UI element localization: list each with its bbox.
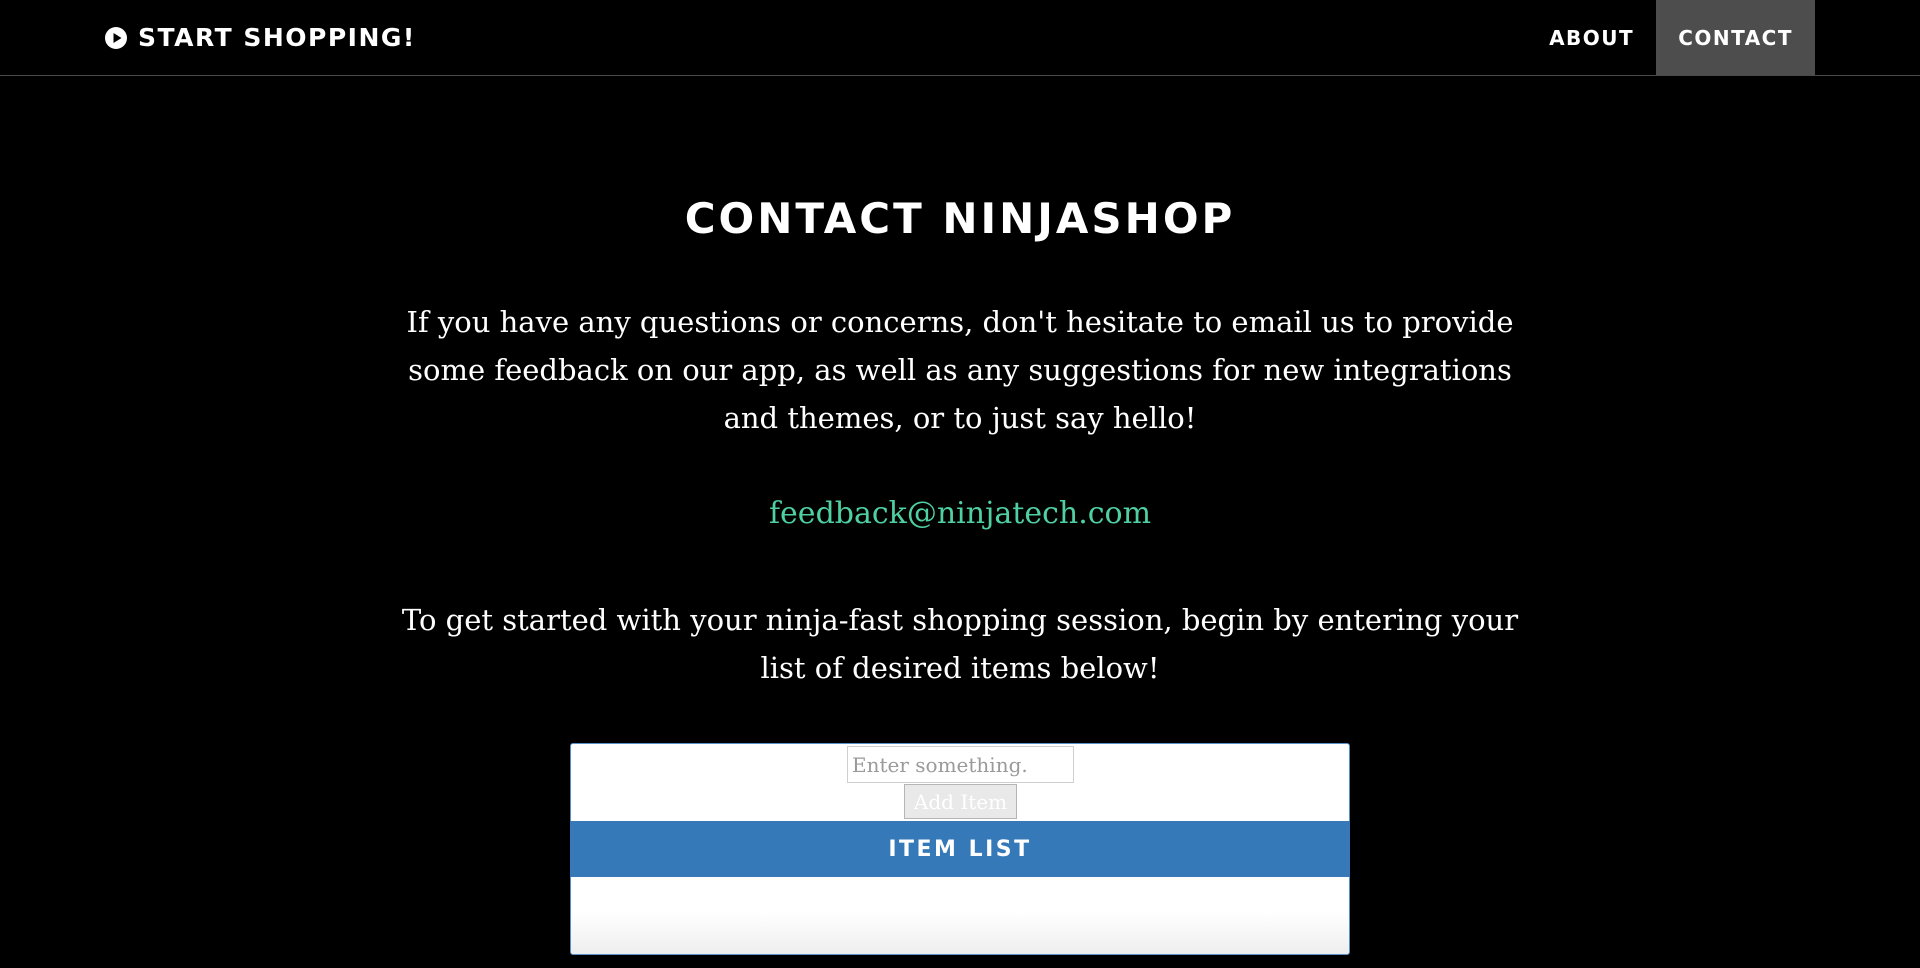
item-list-widget: Add Item ITEM LIST bbox=[570, 743, 1350, 955]
brand-label: START SHOPPING! bbox=[138, 23, 416, 52]
intro-paragraph: If you have any questions or concerns, d… bbox=[406, 305, 1514, 435]
play-circle-icon bbox=[105, 26, 127, 49]
page-title: CONTACT NINJASHOP bbox=[684, 194, 1236, 243]
add-item-button[interactable]: Add Item bbox=[904, 784, 1017, 819]
nav-link-contact[interactable]: CONTACT bbox=[1656, 0, 1815, 75]
get-started-paragraph: To get started with your ninja-fast shop… bbox=[401, 603, 1519, 685]
item-list-header: ITEM LIST bbox=[570, 821, 1350, 877]
brand-link[interactable]: START SHOPPING! bbox=[104, 0, 416, 75]
navbar: START SHOPPING! ABOUT CONTACT bbox=[0, 0, 1920, 76]
item-input[interactable] bbox=[847, 746, 1074, 783]
email-link[interactable]: feedback@ninjatech.com bbox=[0, 496, 1920, 531]
nav-link-about[interactable]: ABOUT bbox=[1527, 0, 1656, 75]
item-list-body bbox=[571, 877, 1349, 953]
nav-links: ABOUT CONTACT bbox=[1527, 0, 1815, 75]
